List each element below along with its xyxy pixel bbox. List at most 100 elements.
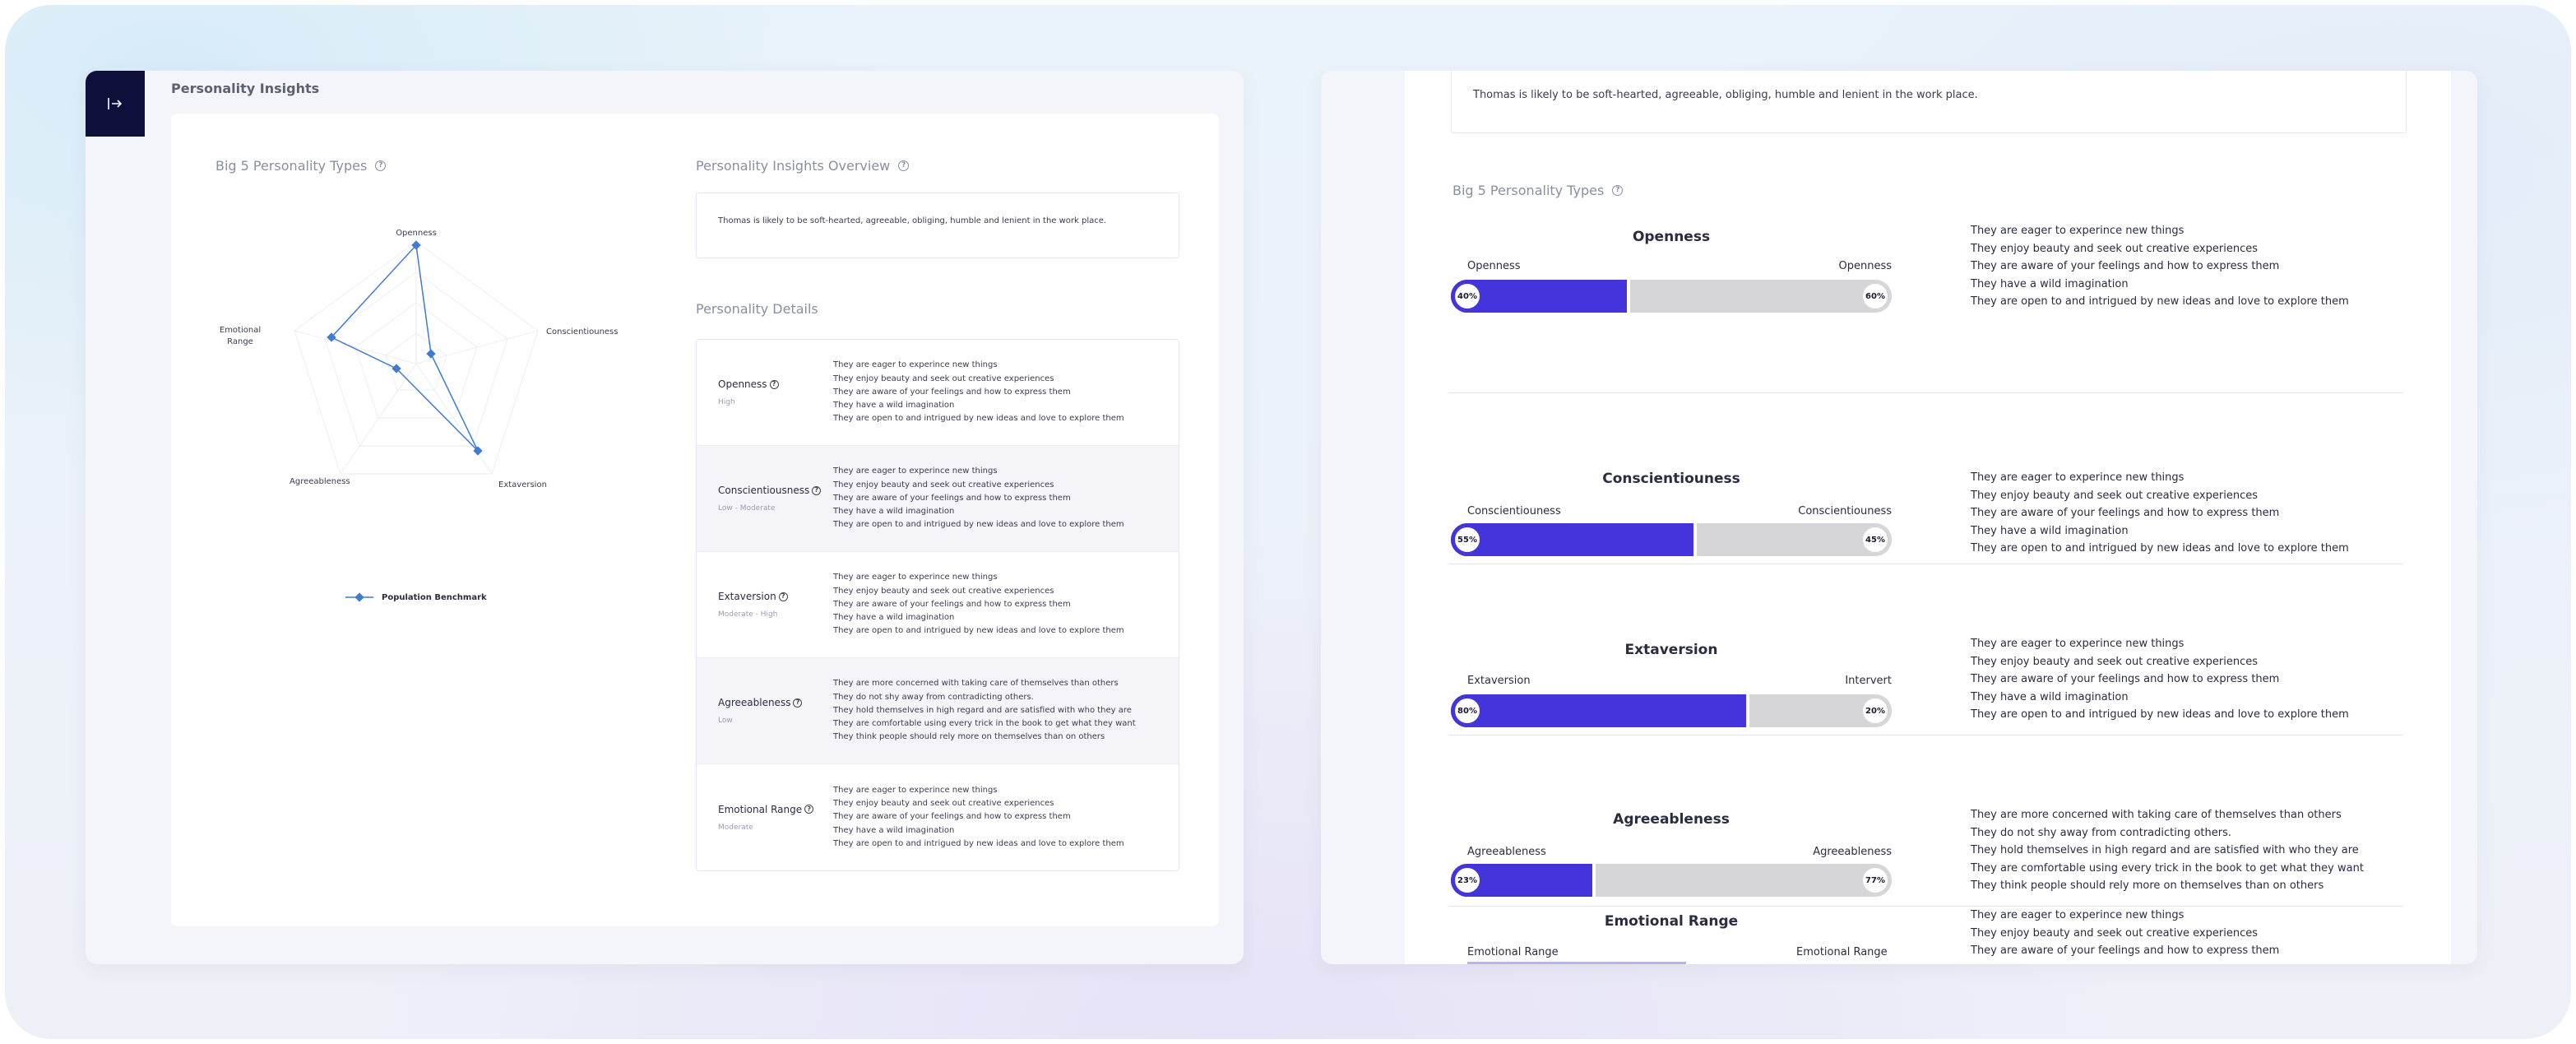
trait-item: They are aware of your feelings and how …: [1971, 944, 2280, 958]
right-pole-label: Openness: [1838, 260, 1892, 272]
help-icon[interactable]: ?: [769, 379, 779, 389]
overview-box: Thomas is likely to be soft-hearted, agr…: [1451, 71, 2407, 133]
right-percent-badge: 77%: [1863, 868, 1888, 893]
right-pole-label: Conscientiouness: [1798, 505, 1892, 517]
detail-name: Conscientiousness: [718, 485, 810, 496]
big5-title-text: Big 5 Personality Types: [215, 158, 368, 174]
legend-line-marker-icon: [345, 592, 373, 602]
detail-level: Low - Moderate: [718, 504, 776, 513]
detail-traits-list: They are more concerned with taking care…: [833, 677, 1136, 744]
detail-level: Moderate - High: [718, 610, 778, 619]
radar-grid: [294, 241, 539, 475]
trait-item: They are aware of your feelings and how …: [1971, 673, 2280, 686]
detail-traits-list: They are eager to experince new things T…: [833, 359, 1124, 425]
trait-title: Agreeableness: [1613, 811, 1730, 828]
trait-item: They are eager to experince new things: [1971, 225, 2185, 237]
radar-legend[interactable]: Population Benchmark: [345, 592, 487, 602]
trait-item: They are open to and intrigued by new id…: [833, 520, 1124, 530]
trait-item: They are more concerned with taking care…: [833, 679, 1119, 689]
trait-item: They enjoy beauty and seek out creative …: [833, 374, 1054, 383]
help-icon[interactable]: ?: [812, 485, 822, 495]
left-pole-label: Agreeableness: [1467, 846, 1546, 858]
bar-fill-partial: [1467, 962, 1686, 964]
detail-level: High: [718, 398, 735, 406]
detail-level: Low: [718, 717, 733, 725]
left-percent-badge: 55%: [1455, 527, 1480, 552]
help-icon[interactable]: ?: [1612, 185, 1624, 196]
trait-item: They have a wild imagination: [833, 613, 955, 623]
trait-item: They enjoy beauty and seek out creative …: [1971, 242, 2258, 255]
trait-item: They think people should rely more on th…: [833, 732, 1105, 742]
bar-track: [1630, 280, 1892, 313]
trait-description-list: They are eager to experince new things T…: [1971, 635, 2349, 724]
exit-button[interactable]: [86, 71, 145, 137]
trait-bar: 80% 20%: [1451, 694, 1892, 727]
detail-row-extaversion: Extaversion? Moderate - High They are ea…: [697, 552, 1179, 658]
left-pole-label: Emotional Range: [1467, 946, 1559, 958]
trait-item: They are eager to experince new things: [833, 785, 998, 795]
trait-item: They are more concerned with taking care…: [1971, 809, 2342, 821]
trait-title-emotional-range: Emotional Range: [1604, 913, 1739, 930]
bar-fill: [1451, 523, 1693, 556]
big5-section-title: Big 5 Personality Types ?: [1452, 183, 1624, 198]
trait-item: They are eager to experince new things: [1971, 638, 2185, 650]
radar-point-conscientiousness[interactable]: [426, 349, 436, 359]
trait-item: They enjoy beauty and seek out creative …: [833, 586, 1054, 596]
overview-section-title: Personality Insights Overview ?: [696, 158, 910, 174]
trait-item: They are aware of your feelings and how …: [833, 387, 1071, 397]
trait-block-agreeableness: Agreeableness Agreeableness Agreeablenes…: [1449, 735, 2403, 907]
trait-description-list: They are more concerned with taking care…: [1971, 806, 2364, 895]
right-pole-label: Agreeableness: [1813, 846, 1892, 858]
trait-title: Extaversion: [1624, 642, 1718, 658]
bar-track: [1596, 864, 1892, 897]
details-title-text: Personality Details: [696, 301, 818, 317]
trait-item: They are aware of your feelings and how …: [1971, 507, 2280, 520]
overview-box: Thomas is likely to be soft-hearted, agr…: [696, 193, 1179, 258]
bar-fill: [1451, 694, 1746, 727]
detail-row-conscientiousness: Conscientiousness? Low - Moderate They a…: [697, 446, 1179, 552]
right-pole-label: Emotional Range: [1796, 946, 1888, 958]
radar-chart: Openness Conscientiouness Extaversion Ag…: [220, 229, 619, 490]
trait-title: Openness: [1632, 229, 1711, 245]
help-icon[interactable]: ?: [375, 160, 387, 171]
detail-traits-list: They are eager to experince new things T…: [833, 571, 1124, 638]
detail-traits-list: They are eager to experince new things T…: [833, 465, 1124, 531]
personality-insights-panel: Personality Insights Big 5 Personality T…: [86, 71, 1244, 964]
trait-item: They are eager to experince new things: [833, 466, 998, 476]
left-percent-badge: 23%: [1455, 868, 1480, 893]
personality-types-panel[interactable]: Thomas is likely to be soft-hearted, agr…: [1321, 71, 2477, 964]
left-pole-label: Extaversion: [1467, 675, 1531, 687]
trait-item: They have a wild imagination: [833, 825, 955, 835]
trait-description-list: They are eager to experince new things T…: [1971, 469, 2349, 558]
left-pole-label: Conscientiouness: [1467, 505, 1561, 517]
help-icon[interactable]: ?: [778, 592, 788, 601]
help-icon[interactable]: ?: [793, 698, 803, 708]
trait-item: They are eager to experince new things: [833, 360, 998, 370]
trait-item: They are eager to experince new things: [1971, 471, 2185, 484]
exit-arrow-icon: [108, 98, 123, 109]
overview-title-text: Personality Insights Overview: [696, 158, 891, 174]
radar-series-line: [330, 244, 479, 452]
help-icon[interactable]: ?: [804, 805, 814, 814]
detail-level: Moderate: [718, 823, 753, 832]
right-pole-label: Intervert: [1845, 675, 1892, 687]
personality-types-card: Thomas is likely to be soft-hearted, agr…: [1405, 71, 2451, 964]
trait-item: They are eager to experince new things: [1971, 909, 2185, 921]
help-icon[interactable]: ?: [898, 160, 910, 171]
trait-item: They have a wild imagination: [1971, 524, 2129, 537]
radar-axis-label-range: Range: [227, 337, 253, 346]
trait-item: They enjoy beauty and seek out creative …: [833, 799, 1054, 809]
trait-item: They are comfortable using every trick i…: [1971, 861, 2364, 875]
trait-item: They are aware of your feelings and how …: [833, 599, 1071, 609]
detail-row-emotional-range: Emotional Range? Moderate They are eager…: [697, 764, 1179, 870]
trait-item: They have a wild imagination: [1971, 277, 2129, 290]
trait-item: They are open to and intrigued by new id…: [833, 838, 1124, 848]
trait-description-list: They are eager to experince new things T…: [1971, 222, 2349, 311]
trait-item: They enjoy beauty and seek out creative …: [1971, 489, 2258, 502]
trait-block-conscientiousness: Conscientiouness Conscientiouness Consci…: [1449, 393, 2403, 564]
detail-row-openness: Openness? High They are eager to experin…: [697, 340, 1179, 446]
trait-item: They are open to and intrigued by new id…: [1971, 708, 2349, 722]
trait-item: They are open to and intrigued by new id…: [833, 414, 1124, 424]
trait-item: They are aware of your feelings and how …: [833, 812, 1071, 822]
trait-bar: 55% 45%: [1451, 523, 1892, 556]
